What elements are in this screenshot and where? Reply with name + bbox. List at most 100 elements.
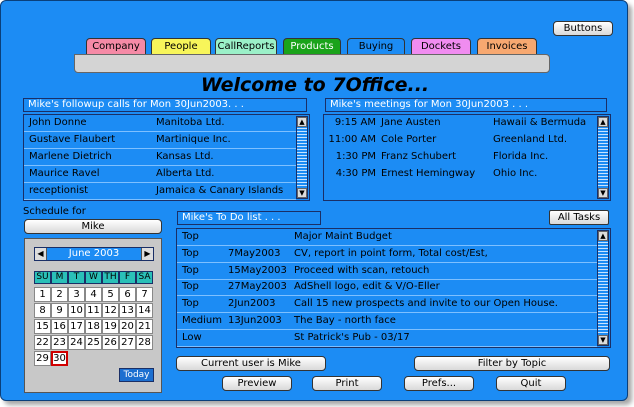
scroll-down-icon[interactable]: ▼ [297,188,307,198]
todo-priority: Medium [182,315,222,326]
calendar-month-label: June 2003 [68,248,120,259]
scroll-down-icon[interactable]: ▼ [598,335,608,345]
prev-month-icon[interactable]: ◀ [35,248,47,260]
calendar-day[interactable]: 26 [102,335,119,350]
tab-invoices[interactable]: Invoices [477,38,537,55]
today-button[interactable]: Today [119,368,154,382]
todo-scrollbar[interactable]: ▲ ▼ [597,230,609,346]
meeting-place: Hawaii & Bermuda [493,117,587,128]
prefs-button[interactable]: Prefs... [404,376,474,391]
calendar-dow: T [68,271,85,284]
call-row[interactable]: receptionist Jamaica & Canary Islands [24,183,296,200]
calendar-day[interactable]: 23 [51,335,68,350]
calendar-day[interactable]: 8 [34,303,51,318]
todo-row[interactable]: Top 2Jun2003 Call 15 new prospects and inv… [177,296,597,314]
calendar-day[interactable]: 24 [68,335,85,350]
call-name: receptionist [29,185,89,196]
call-row[interactable]: Marlene Dietrich Kansas Ltd. [24,149,296,166]
scroll-up-icon[interactable]: ▲ [598,231,608,241]
calendar-day[interactable]: 27 [119,335,136,350]
quit-button[interactable]: Quit [496,376,566,391]
todo-row[interactable]: Top 7May2003 CV, report in point form, Tot… [177,246,597,263]
filter-by-topic-button[interactable]: Filter by Topic [414,356,610,371]
calendar-day[interactable]: 20 [119,319,136,334]
todo-row[interactable]: Medium 13Jun2003 The Bay - north face [177,313,597,330]
meeting-row[interactable]: 9:15 AM Jane Austen Hawaii & Bermuda [324,115,596,132]
todo-row[interactable]: Low St Patrick's Pub - 03/17 [177,330,597,347]
calendar-day[interactable]: 19 [102,319,119,334]
meetings-list: 9:15 AM Jane Austen Hawaii & Bermuda 11:00 … [323,114,611,201]
scroll-down-icon[interactable]: ▼ [598,188,608,198]
calendar-day[interactable]: 17 [68,319,85,334]
calendar-day[interactable]: 4 [85,287,102,302]
calendar-day[interactable]: 13 [119,303,136,318]
calendar-day[interactable]: 11 [85,303,102,318]
calendar-day[interactable]: 29 [34,351,51,366]
next-month-icon[interactable]: ▶ [141,248,153,260]
todo-row[interactable]: Top Major Maint Budget [177,229,597,246]
meeting-row[interactable]: 1:30 PM Franz Schubert Florida Inc. [324,149,596,166]
tab-company[interactable]: Company [86,38,146,55]
calendar-day[interactable]: 30 [51,351,68,366]
meeting-row[interactable]: 11:00 AM Cole Porter Greenland Ltd. [324,132,596,149]
schedule-user-button[interactable]: Mike [24,219,162,234]
calendar-day[interactable]: 6 [119,287,136,302]
scroll-up-icon[interactable]: ▲ [598,117,608,127]
calendar-day[interactable]: 3 [68,287,85,302]
calls-scrollbar[interactable]: ▲ ▼ [296,116,308,199]
print-button[interactable]: Print [312,376,382,391]
todo-task: Call 15 new prospects and invite to our … [294,298,558,310]
calendar-day[interactable]: 14 [136,303,153,318]
todo-row[interactable]: Top 15May2003 Proceed with scan, retouch [177,263,597,280]
call-row[interactable]: Gustave Flaubert Martinique Inc. [24,132,296,149]
todo-row[interactable]: Top 27May2003 AdShell logo, edit & V/O-Ell… [177,279,597,297]
calendar-day[interactable]: 15 [34,319,51,334]
meetings-header: Mike's meetings for Mon 30Jun2003 . . . [325,98,607,112]
meeting-row[interactable]: 4:30 PM Ernest Hemingway Ohio Inc. [324,166,596,183]
main-window: Buttons Company People CallReports Products… [0,0,628,401]
calls-list: John Donne Manitoba Ltd. Gustave Flaubert M… [23,114,310,201]
calendar-day[interactable]: 5 [102,287,119,302]
calendar-day[interactable]: 10 [68,303,85,318]
call-row[interactable]: John Donne Manitoba Ltd. [24,115,296,132]
call-company: Jamaica & Canary Islands [156,185,284,196]
call-name: Marlene Dietrich [29,151,112,162]
scroll-track[interactable] [297,128,307,187]
todo-date: 27May2003 [228,281,287,293]
calendar-day[interactable]: 21 [136,319,153,334]
tab-buying[interactable]: Buying [347,38,405,55]
schedule-for-label: Schedule for [23,206,86,217]
meetings-scrollbar[interactable]: ▲ ▼ [597,116,609,199]
scroll-track[interactable] [598,128,608,187]
call-name: Maurice Ravel [29,168,100,179]
preview-button[interactable]: Preview [222,376,292,391]
calendar-month-bar: ◀ June 2003 ▶ [34,247,154,261]
calendar-day[interactable]: 25 [85,335,102,350]
all-tasks-button[interactable]: All Tasks [549,210,609,225]
meeting-time: 4:30 PM [335,168,376,179]
calendar-day[interactable]: 7 [136,287,153,302]
buttons-button[interactable]: Buttons [553,21,613,36]
calendar-dow: W [85,271,102,284]
calendar-day[interactable]: 1 [34,287,51,302]
tab-products[interactable]: Products [283,38,341,55]
tab-callreports[interactable]: CallReports [215,38,277,55]
call-row[interactable]: Maurice Ravel Alberta Ltd. [24,166,296,183]
calendar-day[interactable]: 16 [51,319,68,334]
calendar-day[interactable]: 9 [51,303,68,318]
scroll-up-icon[interactable]: ▲ [297,117,307,127]
tab-dockets[interactable]: Dockets [411,38,471,55]
current-user-button[interactable]: Current user is Mike [176,356,326,371]
calendar-day[interactable]: 28 [136,335,153,350]
calendar-dow: M [51,271,68,284]
calendar-day[interactable]: 2 [51,287,68,302]
calendar-dow: SU [34,271,51,284]
calendar-day[interactable]: 12 [102,303,119,318]
calendar-dow: SA [136,271,153,284]
calendar-day[interactable]: 18 [85,319,102,334]
todo-priority: Top [182,247,199,259]
calendar: ◀ June 2003 ▶ SU M T W TH F SA 1 2 3 4 5 6 7 8 9 10 11 12 1… [24,238,162,393]
scroll-track[interactable] [598,242,608,334]
calendar-day[interactable]: 22 [34,335,51,350]
tab-people[interactable]: People [151,38,211,55]
